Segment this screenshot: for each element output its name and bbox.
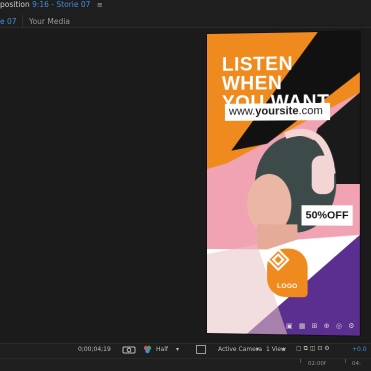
logo-label: LOGO [277,282,298,291]
hamburger-icon[interactable]: ≡ [97,1,103,9]
resolution-select[interactable]: Half [156,346,168,353]
site-suffix: .com [298,104,323,118]
composition-tab-bar: position 9:16 - Storie 07 ≡ e 07 Your Me… [0,0,371,28]
subtab-active-comp[interactable]: e 07 [0,15,20,28]
snapshot-camera-icon[interactable] [122,345,136,354]
poster-composition[interactable]: LISTEN WHEN YOU WANT www.yoursite.com 50… [207,31,360,336]
composition-tab[interactable]: position 9:16 - Storie 07 ≡ [0,0,103,14]
logo-icon [267,248,289,270]
headphone-cup [311,155,335,195]
discount-badge: 50%OFF [301,205,353,226]
composition-tab-name: 9:16 - Storie 07 [32,0,91,9]
composition-tab-prefix: position [0,0,30,9]
viewer-toolbar: 0;00;04;19 Half ▾ Active Camera ▾ 1 View… [0,343,371,371]
chevron-down-icon[interactable]: ▾ [282,346,285,353]
site-bold: yoursite [255,105,299,118]
viewer-icon-strip[interactable]: ▣ ▦ ⊞ ⊕ ◎ ⚙ [286,322,356,330]
poster-website: www.yoursite.com [224,102,331,121]
site-prefix: www. [228,105,256,118]
logo-badge: LOGO [267,248,308,298]
color-picker-icon[interactable] [143,345,152,354]
ruler-label: 04: [352,361,361,367]
exposure-value[interactable]: +0.0 [352,346,367,353]
toolbar-icon-group[interactable]: ▢ ⧉ ◫ ⊡ ⚙ [296,345,330,353]
viewer-subtab-row: e 07 Your Media [0,15,371,28]
subtab-your-media[interactable]: Your Media [22,15,76,28]
timecode-display[interactable]: 0;00;04;19 [78,346,111,353]
chevron-down-icon[interactable]: ▾ [256,346,259,353]
timeline-ruler[interactable]: 02:00f 04: [0,358,371,371]
ruler-label: 02:00f [308,361,326,367]
region-of-interest-icon[interactable] [196,345,206,354]
chevron-down-icon[interactable]: ▾ [176,346,179,353]
